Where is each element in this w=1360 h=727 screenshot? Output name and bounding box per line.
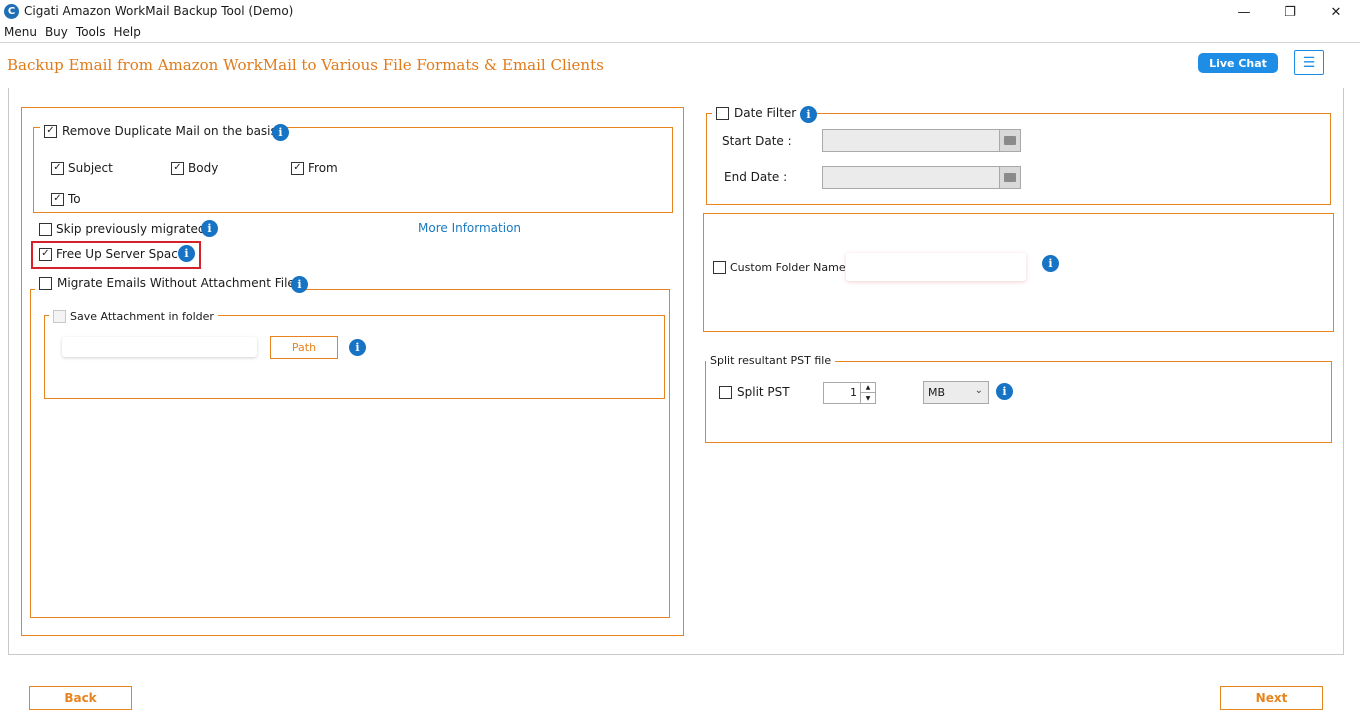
date-filter-info-icon[interactable]: i xyxy=(800,106,817,123)
window-title: Cigati Amazon WorkMail Backup Tool (Demo… xyxy=(24,4,294,18)
date-filter-group xyxy=(706,113,1331,205)
custom-folder-info-icon[interactable]: i xyxy=(1042,255,1059,272)
end-date-calendar-icon[interactable] xyxy=(999,167,1020,188)
page-title: Backup Email from Amazon WorkMail to Var… xyxy=(7,56,604,74)
to-label: To xyxy=(68,192,81,206)
option-subject[interactable]: ✓ Subject xyxy=(51,161,113,175)
duplicate-info-icon[interactable]: i xyxy=(272,124,289,141)
duplicate-legend: ✓ Remove Duplicate Mail on the basis xyxy=(40,124,281,138)
split-unit-value: MB xyxy=(928,386,946,399)
back-button[interactable]: Back xyxy=(29,686,132,710)
save-attachment-label: Save Attachment in folder xyxy=(70,310,214,323)
from-checkbox[interactable]: ✓ xyxy=(291,161,304,175)
path-button[interactable]: Path xyxy=(270,336,338,359)
free-space-info-icon[interactable]: i xyxy=(178,245,195,262)
date-filter-label: Date Filter xyxy=(734,106,797,120)
menu-item-menu[interactable]: Menu xyxy=(0,24,41,42)
split-size-value: 1 xyxy=(850,386,857,399)
split-unit-select[interactable]: MB ⌄ xyxy=(923,381,989,404)
app-logo-icon: C xyxy=(4,4,19,19)
skip-migrated-option[interactable]: Skip previously migrated xyxy=(39,222,206,236)
save-attachment-group xyxy=(44,315,665,399)
menu-bar: Menu Buy Tools Help xyxy=(0,24,1360,42)
option-from[interactable]: ✓ From xyxy=(291,161,338,175)
stepper-down-icon[interactable]: ▼ xyxy=(860,393,875,403)
date-filter-legend: Date Filter xyxy=(712,106,801,120)
free-space-checkbox[interactable]: ✓ xyxy=(39,247,52,261)
attachment-legend: Migrate Emails Without Attachment Files xyxy=(35,276,306,290)
end-date-input[interactable] xyxy=(822,166,1021,189)
option-body[interactable]: ✓ Body xyxy=(171,161,218,175)
no-attachment-label: Migrate Emails Without Attachment Files xyxy=(57,276,302,290)
split-pst-label: Split PST xyxy=(737,385,790,399)
no-attachment-checkbox[interactable] xyxy=(39,276,52,290)
attachment-path-input[interactable] xyxy=(62,337,257,357)
menu-item-help[interactable]: Help xyxy=(109,24,144,42)
date-filter-checkbox[interactable] xyxy=(716,106,729,120)
option-to[interactable]: ✓ To xyxy=(51,192,81,206)
duplicate-checkbox[interactable]: ✓ xyxy=(44,124,57,138)
end-date-label: End Date : xyxy=(724,170,788,184)
start-date-label: Start Date : xyxy=(722,134,792,148)
to-checkbox[interactable]: ✓ xyxy=(51,192,64,206)
body-label: Body xyxy=(188,161,219,175)
save-attachment-info-icon[interactable]: i xyxy=(349,339,366,356)
stepper-up-icon[interactable]: ▲ xyxy=(860,383,875,393)
split-size-stepper[interactable]: 1 ▲ ▼ xyxy=(823,382,876,404)
hamburger-menu-icon[interactable]: ☰ xyxy=(1294,50,1324,75)
menu-item-buy[interactable]: Buy xyxy=(41,24,72,42)
split-pst-checkbox[interactable] xyxy=(719,385,732,399)
minimize-button[interactable]: — xyxy=(1221,2,1267,22)
custom-folder-checkbox[interactable] xyxy=(713,261,726,274)
title-bar: C Cigati Amazon WorkMail Backup Tool (De… xyxy=(0,0,1360,24)
maximize-button[interactable]: ❐ xyxy=(1267,2,1313,22)
next-button[interactable]: Next xyxy=(1220,686,1323,710)
custom-folder-option[interactable]: Custom Folder Name xyxy=(713,261,846,274)
skip-migrated-info-icon[interactable]: i xyxy=(201,220,218,237)
duplicate-group xyxy=(33,127,673,213)
header-divider xyxy=(0,42,1360,43)
more-information-link[interactable]: More Information xyxy=(418,221,521,235)
split-group xyxy=(705,361,1332,443)
from-label: From xyxy=(308,161,338,175)
split-info-icon[interactable]: i xyxy=(996,383,1013,400)
split-pst-option[interactable]: Split PST xyxy=(719,385,790,399)
save-attachment-legend: Save Attachment in folder xyxy=(49,310,218,323)
start-date-input[interactable] xyxy=(822,129,1021,152)
body-checkbox[interactable]: ✓ xyxy=(171,161,184,175)
free-space-label: Free Up Server Space xyxy=(56,247,186,261)
subject-label: Subject xyxy=(68,161,113,175)
menu-item-tools[interactable]: Tools xyxy=(72,24,110,42)
close-button[interactable]: ✕ xyxy=(1313,2,1359,22)
chevron-down-icon: ⌄ xyxy=(974,385,983,396)
save-attachment-checkbox[interactable] xyxy=(53,310,66,323)
split-group-label: Split resultant PST file xyxy=(706,354,836,367)
start-date-calendar-icon[interactable] xyxy=(999,130,1020,151)
skip-migrated-label: Skip previously migrated xyxy=(56,222,206,236)
no-attachment-info-icon[interactable]: i xyxy=(291,276,308,293)
custom-folder-label: Custom Folder Name xyxy=(730,261,846,274)
free-space-option[interactable]: ✓ Free Up Server Space xyxy=(39,247,185,261)
live-chat-button[interactable]: Live Chat xyxy=(1198,53,1278,73)
duplicate-label: Remove Duplicate Mail on the basis xyxy=(62,124,277,138)
custom-folder-input[interactable] xyxy=(846,253,1026,281)
skip-migrated-checkbox[interactable] xyxy=(39,222,52,236)
subject-checkbox[interactable]: ✓ xyxy=(51,161,64,175)
